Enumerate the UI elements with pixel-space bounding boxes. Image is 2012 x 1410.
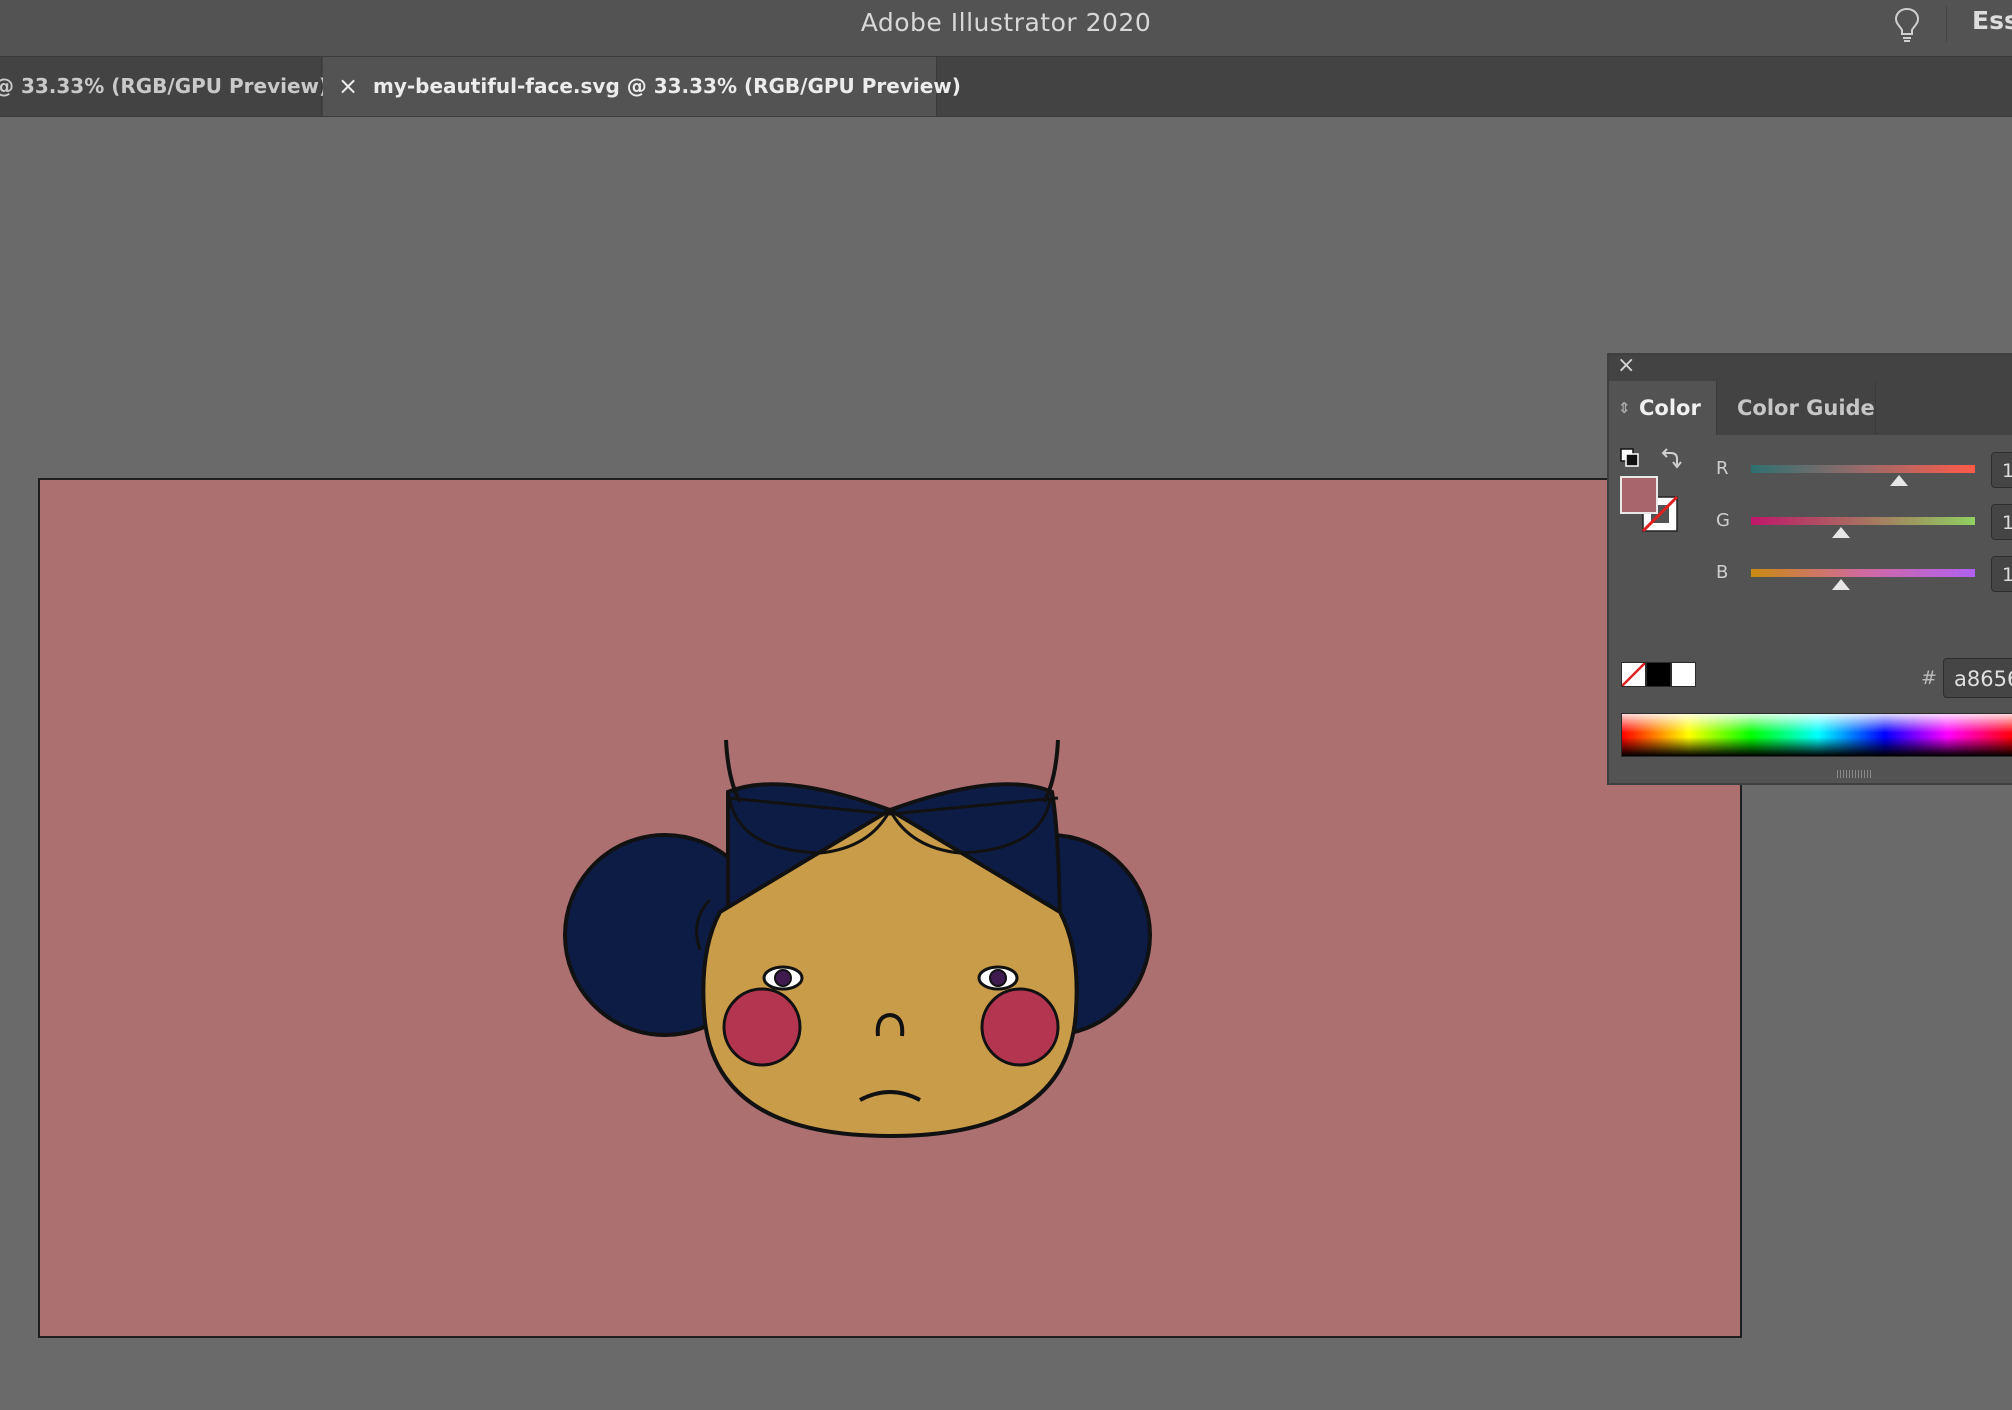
artwork-canvas[interactable] [40, 480, 1740, 1336]
right-iris [989, 969, 1007, 987]
slider-thumb-r[interactable] [1889, 475, 1908, 486]
channel-label-g: G [1716, 510, 1730, 531]
document-tab-label: @ 33.33% (RGB/GPU Preview) [0, 74, 329, 98]
lightbulb-icon[interactable] [1892, 6, 1922, 44]
channel-label-b: B [1716, 562, 1729, 583]
tab-label: Color Guide [1737, 396, 1875, 420]
panel-tab-bar: ⇕ Color Color Guide [1609, 381, 2012, 435]
app-title: Adobe Illustrator 2020 [860, 8, 1152, 37]
document-tab-1[interactable]: @ 33.33% (RGB/GPU Preview) [0, 57, 328, 116]
right-cheek [980, 987, 1060, 1067]
title-bar-divider [1946, 6, 1947, 42]
close-icon[interactable]: × [338, 57, 358, 116]
hex-input[interactable]: a8656 [1943, 658, 2012, 698]
hex-label: # [1921, 667, 1937, 689]
value-field-b[interactable]: 1 [1991, 556, 2012, 592]
document-tab-label: my-beautiful-face.svg @ 33.33% (RGB/GPU … [373, 74, 961, 98]
slider-b[interactable] [1751, 569, 1975, 577]
color-panel[interactable]: × ⇕ Color Color Guide R 1 G 1 B 1 # a865 [1607, 353, 2012, 785]
slider-thumb-b[interactable] [1831, 579, 1850, 590]
slider-thumb-g[interactable] [1831, 527, 1850, 538]
default-colors-icon[interactable] [1620, 448, 1639, 467]
tab-color[interactable]: ⇕ Color [1609, 381, 1716, 435]
swap-colors-icon[interactable] [1661, 448, 1682, 469]
tab-label: Color [1639, 396, 1701, 420]
workspace-switcher[interactable]: Ess [1972, 6, 2012, 35]
channel-label-r: R [1716, 458, 1729, 479]
panel-resize-grip[interactable] [1837, 770, 1873, 778]
close-icon[interactable]: × [1617, 353, 1635, 378]
color-spectrum[interactable] [1621, 713, 2012, 757]
left-iris [774, 969, 792, 987]
black-swatch[interactable] [1646, 662, 1671, 687]
artboard[interactable] [38, 478, 1742, 1338]
slider-g[interactable] [1751, 517, 1975, 525]
value-field-r[interactable]: 1 [1991, 452, 2012, 488]
left-cheek [722, 987, 802, 1067]
fill-swatch[interactable] [1620, 476, 1658, 514]
panel-options-arrows-icon[interactable]: ⇕ [1618, 381, 1631, 435]
document-tab-2[interactable]: × my-beautiful-face.svg @ 33.33% (RGB/GP… [323, 57, 961, 116]
white-swatch[interactable] [1671, 662, 1696, 687]
slider-r[interactable] [1751, 465, 1975, 473]
value-field-g[interactable]: 1 [1991, 504, 2012, 540]
fill-stroke-controls [1620, 448, 1682, 533]
panel-header[interactable]: × [1609, 353, 2012, 381]
tab-color-guide[interactable]: Color Guide [1716, 381, 1876, 435]
none-swatch[interactable] [1621, 662, 1646, 687]
document-tab-bar: @ 33.33% (RGB/GPU Preview) × my-beautifu… [0, 56, 2012, 117]
app-title-bar: Adobe Illustrator 2020 Ess [0, 0, 2012, 56]
